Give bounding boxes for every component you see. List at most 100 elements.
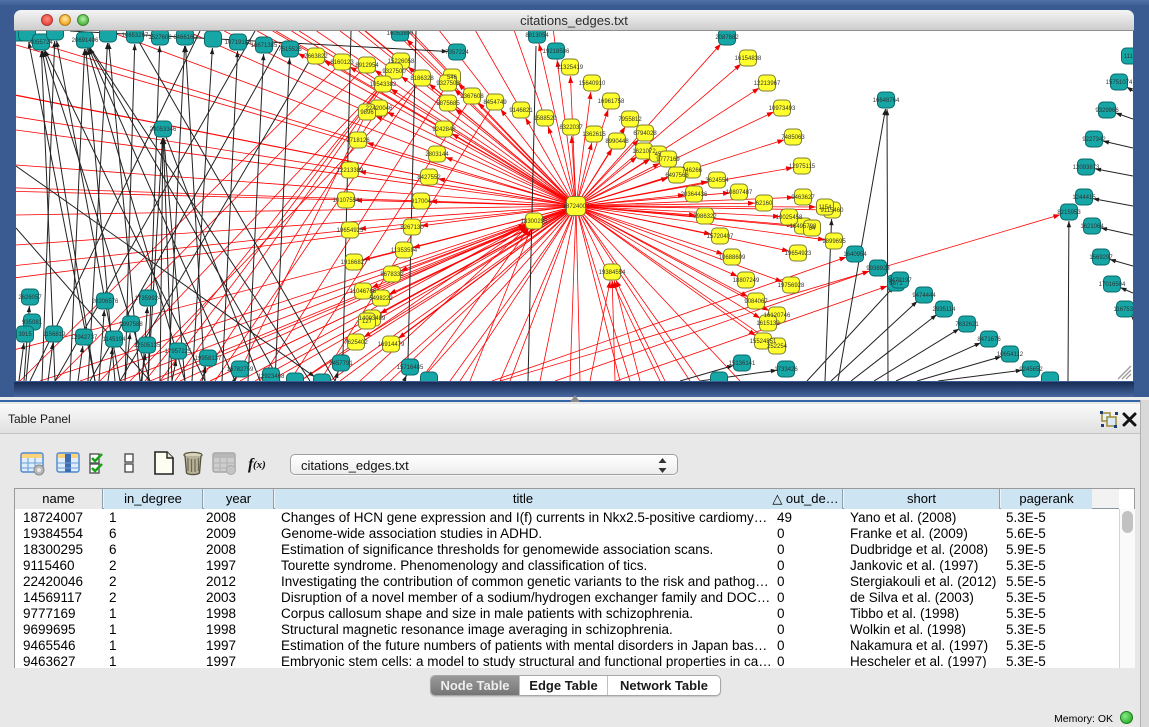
svg-text:7515526: 7515526	[278, 47, 302, 53]
svg-text:8322037: 8322037	[559, 125, 583, 131]
svg-text:12213389: 12213389	[337, 168, 364, 174]
svg-text:10543382: 10543382	[370, 82, 397, 88]
svg-text:7663822: 7663822	[304, 54, 328, 60]
svg-text:10107554: 10107554	[333, 198, 360, 204]
svg-text:2626057: 2626057	[18, 295, 42, 301]
svg-text:8454749: 8454749	[483, 100, 507, 106]
svg-text:18300295: 18300295	[521, 219, 548, 225]
svg-text:11353594: 11353594	[391, 248, 418, 254]
svg-text:2087682: 2087682	[715, 35, 739, 41]
svg-text:15751074: 15751074	[1106, 80, 1133, 86]
svg-text:16914479: 16914479	[378, 342, 405, 348]
svg-text:16120746: 16120746	[764, 313, 791, 319]
svg-text:19654923: 19654923	[785, 251, 812, 257]
svg-text:7357224: 7357224	[445, 50, 469, 56]
svg-text:17016504: 17016504	[1099, 282, 1126, 288]
svg-text:1621072: 1621072	[632, 149, 656, 155]
svg-text:7986322: 7986322	[693, 214, 717, 220]
svg-text:7632621: 7632621	[955, 322, 979, 328]
svg-text:4055724: 4055724	[29, 40, 53, 46]
svg-text:6466160: 6466160	[173, 35, 197, 41]
svg-text:1156819: 1156819	[43, 332, 67, 338]
svg-text:19166827: 19166827	[341, 260, 368, 266]
svg-text:12213967: 12213967	[754, 81, 781, 87]
svg-text:8479197: 8479197	[888, 278, 912, 284]
svg-text:62160: 62160	[756, 201, 773, 207]
svg-text:9327500: 9327500	[382, 69, 406, 75]
svg-text:16961758: 16961758	[598, 99, 625, 105]
svg-text:20364436: 20364436	[681, 192, 708, 198]
svg-text:(x): (x)	[253, 459, 266, 471]
svg-text:15716485: 15716485	[397, 365, 424, 371]
svg-text:9777169: 9777169	[656, 157, 680, 163]
svg-text:12975115: 12975115	[789, 164, 816, 170]
svg-text:15720407: 15720407	[707, 234, 734, 240]
svg-text:9242848: 9242848	[432, 127, 456, 133]
svg-text:8160123: 8160123	[330, 60, 354, 66]
svg-text:11046766: 11046766	[350, 289, 377, 295]
svg-text:10688609: 10688609	[719, 255, 746, 261]
svg-text:12505135: 12505135	[134, 343, 161, 349]
svg-text:10025458: 10025458	[776, 215, 803, 221]
svg-text:12942737: 12942737	[71, 335, 98, 341]
svg-text:10719185: 10719185	[225, 40, 252, 46]
svg-text:15640910: 15640910	[579, 81, 606, 87]
svg-text:19756928: 19756928	[778, 283, 805, 289]
svg-text:8912954: 8912954	[355, 63, 379, 69]
svg-text:6794028: 6794028	[633, 131, 657, 137]
svg-text:19384554: 19384554	[599, 270, 626, 276]
svg-text:6497568: 6497568	[665, 173, 689, 179]
svg-text:15226058: 15226058	[388, 59, 415, 65]
svg-text:16782759: 16782759	[227, 367, 254, 373]
svg-text:9327508: 9327508	[436, 81, 460, 87]
svg-text:19218586: 19218586	[543, 49, 570, 55]
svg-text:1154: 1154	[819, 205, 833, 211]
svg-text:1640954: 1640954	[843, 252, 867, 258]
svg-text:9146821: 9146821	[509, 108, 533, 114]
svg-text:19654925: 19654925	[337, 228, 364, 234]
svg-text:127: 127	[362, 319, 373, 325]
svg-text:1569297: 1569297	[1089, 255, 1113, 261]
svg-text:8678332: 8678332	[380, 272, 404, 278]
svg-text:1527602: 1527602	[148, 35, 172, 41]
svg-text:3915: 3915	[18, 332, 32, 338]
svg-text:8427552: 8427552	[417, 175, 441, 181]
svg-text:7485063: 7485063	[781, 135, 805, 141]
svg-text:935081: 935081	[22, 320, 43, 326]
svg-text:8471676: 8471676	[977, 337, 1001, 343]
svg-text:5875685: 5875685	[436, 101, 460, 107]
svg-text:1112: 1112	[1124, 54, 1133, 60]
svg-text:16671385: 16671385	[251, 43, 278, 49]
svg-text:9938923: 9938923	[866, 266, 890, 272]
svg-text:17359924: 17359924	[135, 296, 162, 302]
svg-text:5498222: 5498222	[369, 296, 393, 302]
svg-text:1588520: 1588520	[533, 116, 557, 122]
svg-text:1362615: 1362615	[582, 132, 606, 138]
svg-text:9457791: 9457791	[329, 361, 353, 367]
svg-text:7625402: 7625402	[344, 340, 368, 346]
svg-text:9084067: 9084067	[744, 299, 768, 305]
svg-text:18807249: 18807249	[733, 278, 760, 284]
svg-text:9329966: 9329966	[1095, 108, 1119, 114]
svg-text:1145194: 1145194	[103, 337, 127, 343]
svg-text:8186328: 8186328	[410, 76, 434, 82]
svg-text:10653267: 10653267	[122, 33, 149, 39]
svg-text:1733426: 1733426	[774, 367, 798, 373]
svg-text:19958137: 19958137	[195, 356, 222, 362]
svg-text:8813054: 8813054	[525, 33, 549, 39]
svg-text:20206576: 20206576	[92, 299, 119, 305]
svg-text:20053346: 20053346	[150, 127, 177, 133]
svg-text:8990448: 8990448	[605, 139, 629, 145]
svg-text:7955812: 7955812	[618, 117, 642, 123]
svg-text:20691406: 20691406	[72, 38, 99, 44]
svg-text:17957225: 17957225	[165, 349, 192, 355]
svg-text:10654112: 10654112	[997, 352, 1024, 358]
svg-text:3624554: 3624554	[705, 178, 729, 184]
svg-text:2803144: 2803144	[425, 152, 449, 158]
svg-text:18724007: 18724007	[563, 204, 590, 210]
svg-text:1621064: 1621064	[1080, 224, 1104, 230]
svg-text:9997588: 9997588	[119, 322, 143, 328]
svg-text:1167534: 1167534	[1114, 307, 1133, 313]
svg-text:84: 84	[809, 226, 816, 232]
svg-text:2367608: 2367608	[460, 94, 484, 100]
